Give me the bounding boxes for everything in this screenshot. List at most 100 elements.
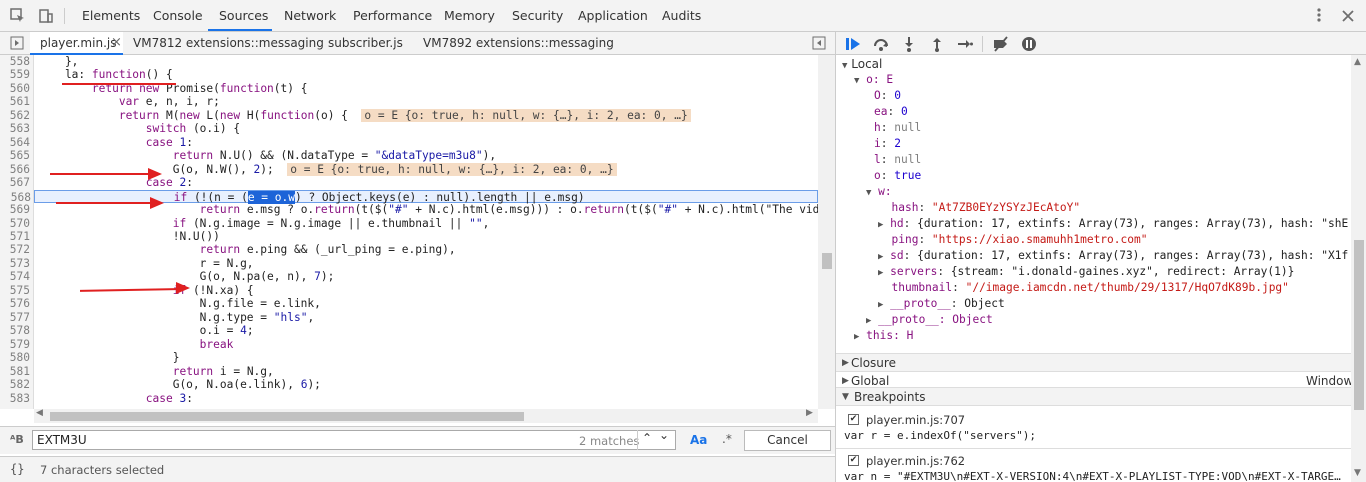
breakpoint-checkbox[interactable]: ✔ (848, 455, 859, 466)
step-icon[interactable] (956, 35, 974, 53)
scroll-left-icon[interactable]: ◀ (36, 408, 43, 418)
code-line[interactable]: 572 return e.ping && (_url_ping = e.ping… (0, 243, 818, 256)
file-tab-vm7812[interactable]: VM7812 extensions::messaging (133, 32, 324, 55)
code-editor[interactable]: 558 }, 559 la: function() {560 return new… (0, 55, 818, 409)
scope-property[interactable]: thumbnail: "//image.iamcdn.net/thumb/29/… (878, 280, 1288, 296)
line-number[interactable]: 578 (0, 324, 30, 337)
match-case-button[interactable]: Aa (690, 433, 707, 447)
code-line[interactable]: 583 case 3: (0, 392, 818, 405)
line-number[interactable]: 564 (0, 136, 30, 149)
code-line[interactable]: 577 N.g.type = "hls", (0, 311, 818, 324)
line-number[interactable]: 583 (0, 392, 30, 405)
code-line[interactable]: 578 o.i = 4; (0, 324, 818, 337)
scope-property[interactable]: ▶ sd: {duration: 17, extinfs: Array(73),… (878, 248, 1348, 265)
inspect-element-icon[interactable] (10, 8, 26, 24)
line-number[interactable]: 563 (0, 122, 30, 135)
resume-icon[interactable] (844, 35, 862, 53)
deactivate-breakpoints-icon[interactable] (992, 35, 1010, 53)
tab-audits[interactable]: Audits (662, 0, 701, 32)
scope-property[interactable]: h: null (874, 120, 921, 136)
line-number[interactable]: 575 (0, 284, 30, 297)
tab-application[interactable]: Application (578, 0, 648, 32)
sidebar-scrollbar[interactable]: ▲ ▼ (1351, 55, 1366, 482)
editor-horizontal-scrollbar[interactable]: ◀ ▶ (34, 408, 818, 423)
code-line[interactable]: 561 var e, n, i, r; (0, 95, 818, 108)
line-number[interactable]: 577 (0, 311, 30, 324)
breakpoint-item[interactable]: ✔ player.min.js:762 var n = "#EXTM3U\n#E… (836, 450, 1351, 482)
line-number[interactable]: 570 (0, 217, 30, 230)
scrollbar-thumb[interactable] (822, 253, 832, 269)
tab-elements[interactable]: Elements (82, 0, 140, 32)
breakpoint-checkbox[interactable]: ✔ (848, 414, 859, 425)
line-number[interactable]: 566 (0, 163, 30, 176)
device-toolbar-icon[interactable] (38, 8, 54, 24)
line-number[interactable]: 560 (0, 82, 30, 95)
tab-memory[interactable]: Memory (444, 0, 495, 32)
line-number[interactable]: 571 (0, 230, 30, 243)
step-out-icon[interactable] (928, 35, 946, 53)
scrollbar-thumb[interactable] (50, 412, 524, 421)
tab-network[interactable]: Network (284, 0, 336, 32)
line-number[interactable]: 581 (0, 365, 30, 378)
scope-var-o[interactable]: ▼ o: E (854, 72, 893, 89)
line-number[interactable]: 574 (0, 270, 30, 283)
code-line[interactable]: 573 r = N.g, (0, 257, 818, 270)
line-number[interactable]: 565 (0, 149, 30, 162)
line-number[interactable]: 579 (0, 338, 30, 351)
pause-on-exceptions-icon[interactable] (1020, 35, 1038, 53)
code-line[interactable]: 580 } (0, 351, 818, 364)
code-line[interactable]: 570 if (N.g.image = N.g.image || e.thumb… (0, 217, 818, 230)
code-line[interactable]: 576 N.g.file = e.link, (0, 297, 818, 310)
line-number[interactable]: 576 (0, 297, 30, 310)
step-over-icon[interactable] (872, 35, 890, 53)
code-line[interactable]: 579 break (0, 338, 818, 351)
line-number[interactable]: 559 (0, 68, 30, 81)
line-number[interactable]: 580 (0, 351, 30, 364)
tab-console[interactable]: Console (153, 0, 203, 32)
code-line[interactable]: 562 return M(new L(new H(function(o) { o… (0, 108, 818, 122)
scope-property[interactable]: l: null (874, 152, 921, 168)
toggle-navigator-icon[interactable] (10, 36, 24, 50)
next-match-icon[interactable]: ⌄ (659, 428, 669, 442)
scope-property[interactable]: i: 2 (874, 136, 901, 152)
line-number[interactable]: 562 (0, 109, 30, 122)
scope-property[interactable]: hash: "At7ZB0EYzYSYzJEcAtoY" (878, 200, 1080, 216)
code-line[interactable]: 565 return N.U() && (N.dataType = "&data… (0, 149, 818, 162)
scope-property[interactable]: ▶ hd: {duration: 17, extinfs: Array(73),… (878, 216, 1348, 233)
scope-property[interactable]: ▶ __proto__: Object (878, 296, 1005, 313)
search-input-box[interactable]: EXTM3U 2 matches ⌃ ⌄ (32, 428, 676, 450)
code-line[interactable]: 567 case 2: (0, 176, 818, 189)
line-number[interactable]: 569 (0, 203, 30, 216)
code-line[interactable]: 564 case 1: (0, 136, 818, 149)
code-line[interactable]: 582 G(o, N.oa(e.link), 6); (0, 378, 818, 391)
line-number[interactable]: 567 (0, 176, 30, 189)
scope-proto[interactable]: ▶ __proto__: Object (866, 312, 993, 329)
scope-property[interactable]: O: 0 (874, 88, 901, 104)
pretty-print-icon[interactable]: {} (10, 462, 24, 476)
scroll-down-icon[interactable]: ▼ (1354, 468, 1361, 478)
code-line[interactable]: 569 return e.msg ? o.return(t($("#" + N.… (0, 203, 818, 216)
scope-this[interactable]: ▶ this: H (854, 328, 913, 345)
step-into-icon[interactable] (900, 35, 918, 53)
file-tab-subscriber-js[interactable]: subscriber.js (328, 32, 403, 55)
line-number[interactable]: 558 (0, 55, 30, 68)
more-options-icon[interactable] (1311, 7, 1327, 23)
file-tab-vm7892[interactable]: VM7892 extensions::messaging (423, 32, 614, 55)
code-line[interactable]: 574 G(o, N.pa(e, n), 7); (0, 270, 818, 283)
breakpoints-section-header[interactable]: ▼ Breakpoints (836, 387, 1351, 406)
close-tab-icon[interactable]: × (111, 32, 122, 55)
cancel-button[interactable]: Cancel (744, 430, 831, 451)
line-number[interactable]: 568 (1, 191, 31, 204)
search-input[interactable]: EXTM3U (37, 433, 87, 447)
tab-performance[interactable]: Performance (353, 0, 432, 32)
scope-property[interactable]: ea: 0 (874, 104, 908, 120)
code-line[interactable]: 571 !N.U()) (0, 230, 818, 243)
closure-section[interactable]: ▶ Closure (836, 353, 1351, 372)
code-line[interactable]: 559 la: function() { (0, 68, 818, 81)
file-tab-player-min-js[interactable]: player.min.js (40, 32, 116, 55)
tab-sources[interactable]: Sources (219, 0, 268, 32)
scope-property[interactable]: o: true (874, 168, 921, 184)
line-number[interactable]: 582 (0, 378, 30, 391)
scope-property[interactable]: ping: "https://xiao.smamuhh1metro.com" (878, 232, 1147, 248)
editor-vertical-scrollbar[interactable] (818, 55, 835, 409)
